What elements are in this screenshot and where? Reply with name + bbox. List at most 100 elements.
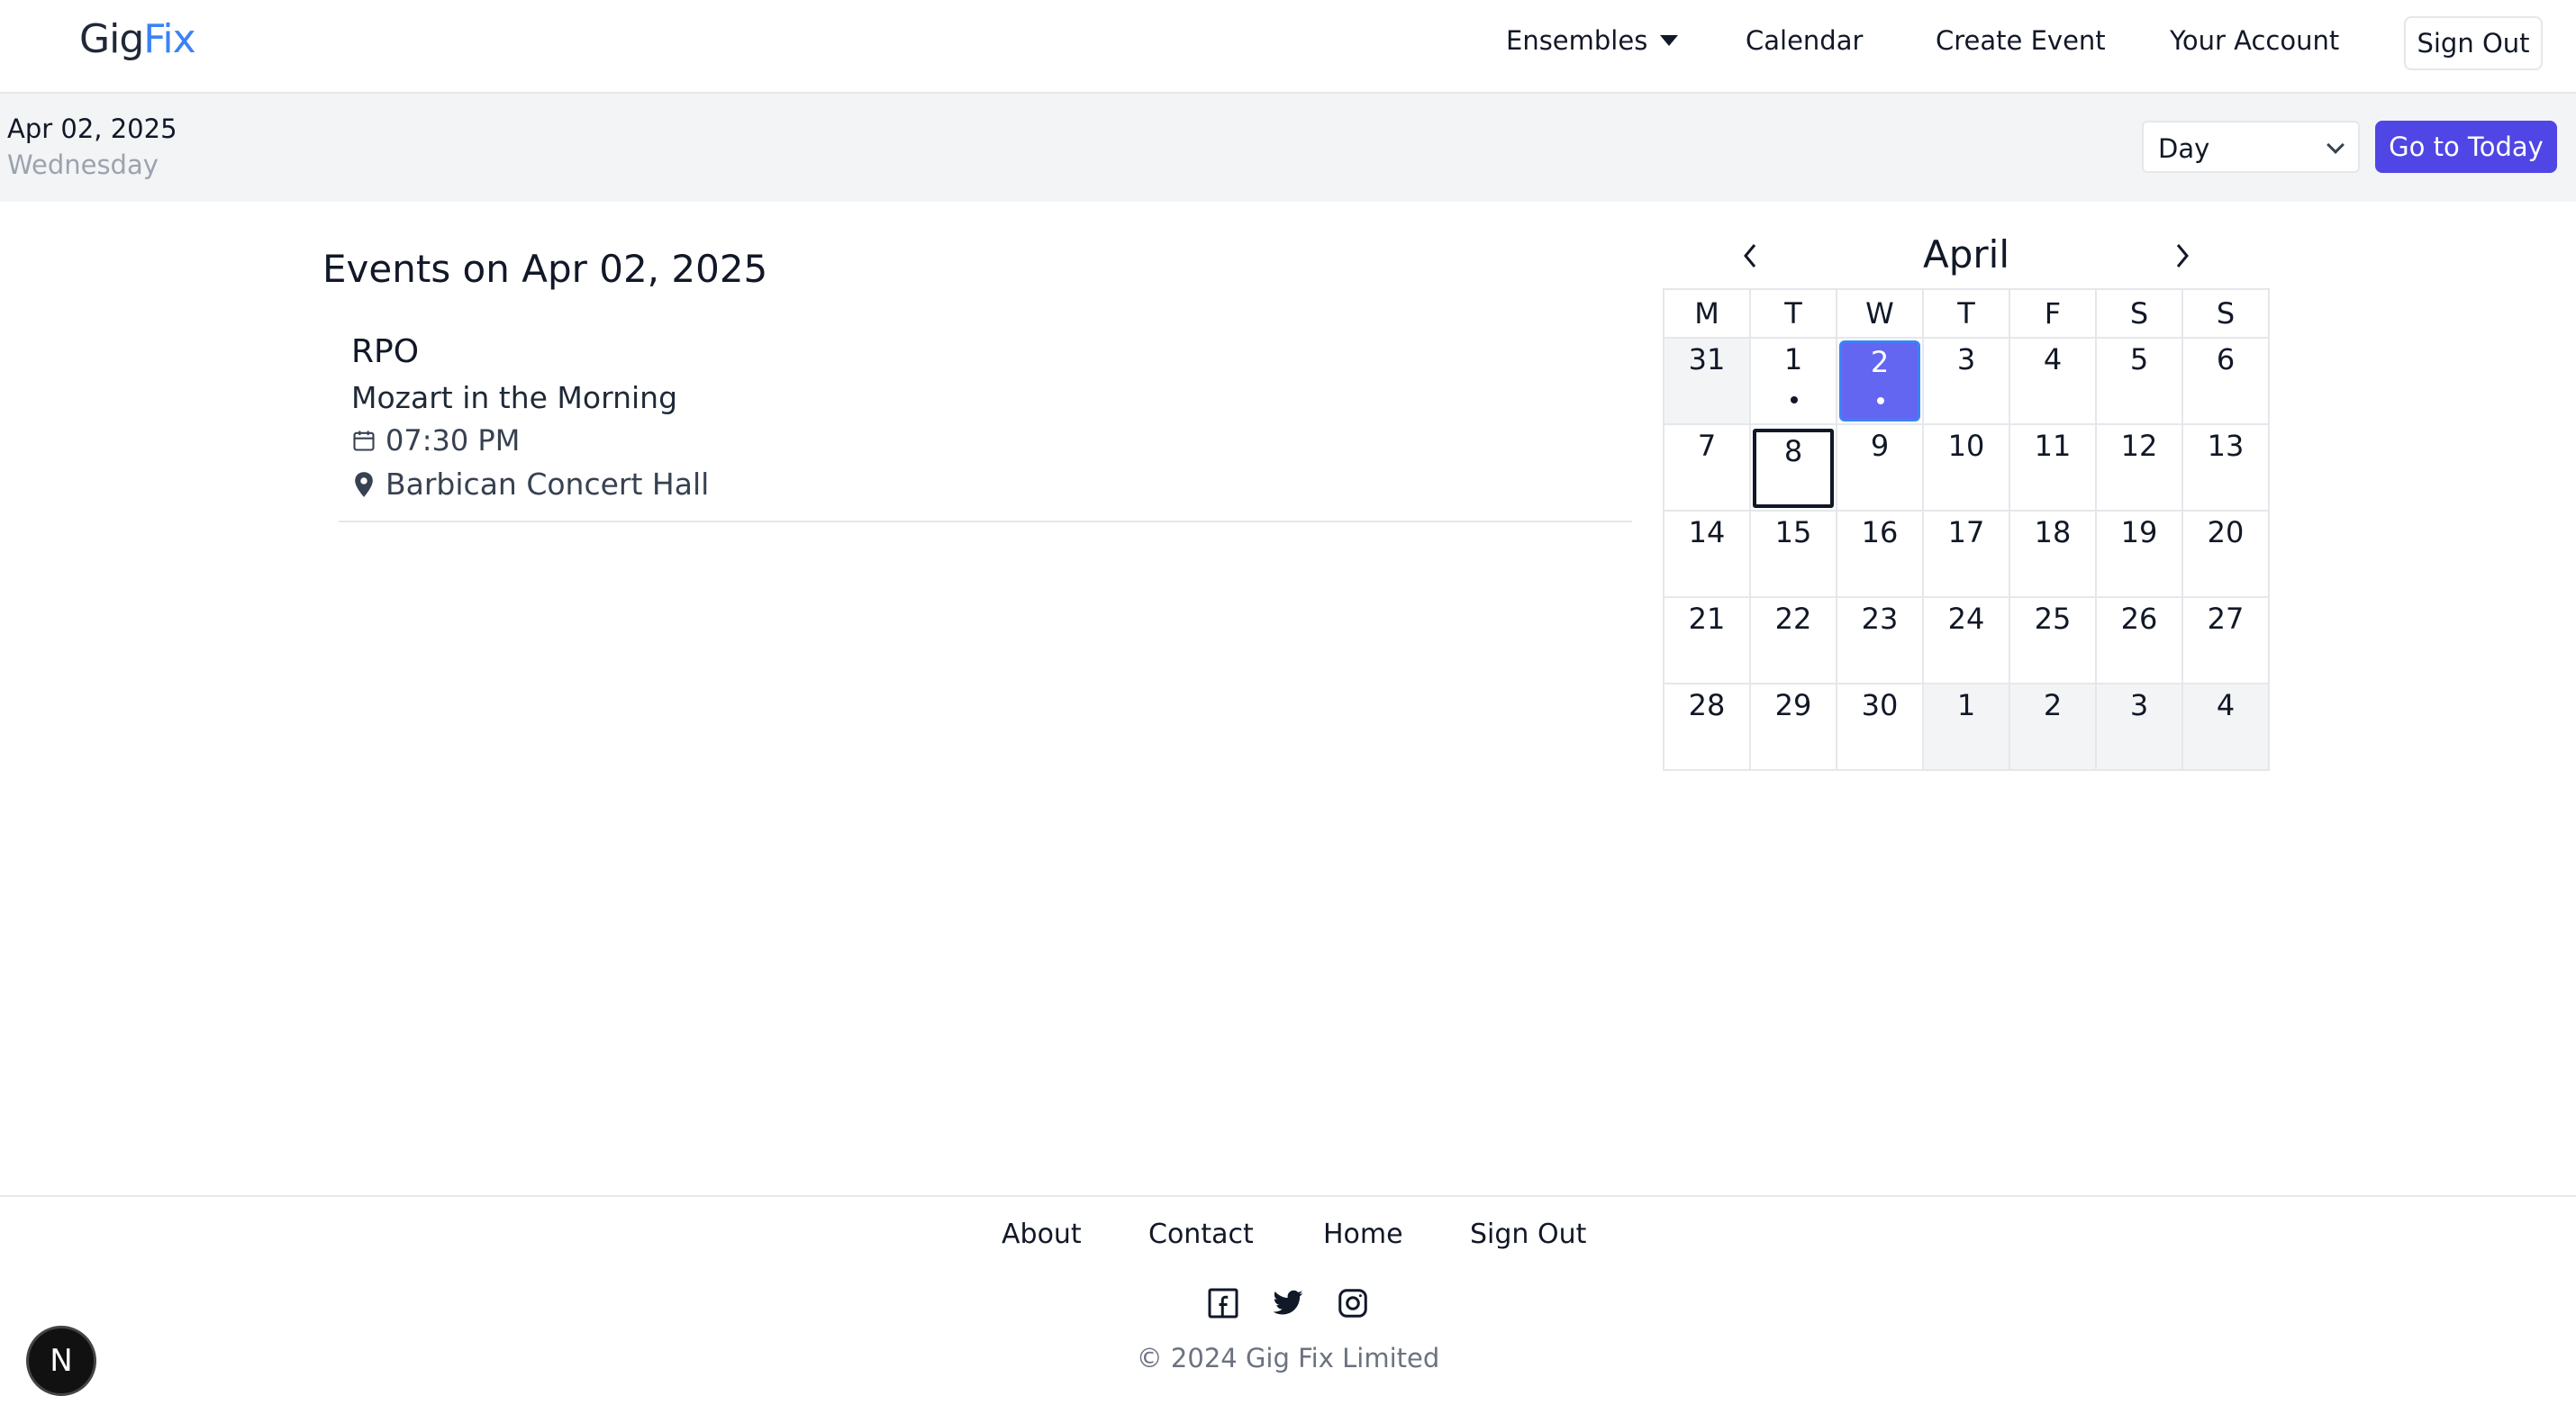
calendar-day-cell[interactable]: 14 <box>1664 512 1751 598</box>
weekday-label: F <box>2010 290 2097 339</box>
day-number: 18 <box>2034 515 2072 549</box>
day-number: 21 <box>1688 602 1726 636</box>
calendar-day-cell[interactable]: 4 <box>2010 339 2097 425</box>
calendar-day-cell[interactable]: 1 <box>1751 339 1837 425</box>
day-number: 30 <box>1861 688 1899 722</box>
day-number: 26 <box>2120 602 2158 636</box>
event-name: Mozart in the Morning <box>351 380 678 415</box>
calendar-day-cell[interactable]: 4 <box>2183 684 2270 771</box>
calendar-day-cell[interactable]: 20 <box>2183 512 2270 598</box>
calendar-day-cell[interactable]: 27 <box>2183 598 2270 684</box>
event-ensemble: RPO <box>351 333 420 370</box>
nav-calendar-link[interactable]: Calendar <box>1746 25 1863 56</box>
day-number: 7 <box>1697 429 1717 463</box>
day-number: 20 <box>2207 515 2245 549</box>
gigfix-logo[interactable]: GigFix <box>79 16 196 62</box>
weekday-label: M <box>1664 290 1751 339</box>
calendar-week-row: 21 22 23 24 25 26 27 <box>1664 598 2270 684</box>
calendar-day-cell[interactable]: 29 <box>1751 684 1837 771</box>
calendar-week-row: 14 15 16 17 18 19 20 <box>1664 512 2270 598</box>
calendar-day-cell[interactable]: 3 <box>1924 339 2010 425</box>
day-number: 27 <box>2207 602 2245 636</box>
previous-month-arrow-icon[interactable] <box>1737 240 1764 272</box>
calendar-day-cell[interactable]: 12 <box>2097 425 2183 512</box>
instagram-icon[interactable] <box>1337 1287 1369 1319</box>
footer-sign-out-link[interactable]: Sign Out <box>1470 1219 1586 1250</box>
date-toolbar: Apr 02, 2025 Wednesday Day Go to Today <box>0 94 2576 202</box>
caret-down-icon <box>1660 35 1679 46</box>
calendar-day-cell[interactable]: 11 <box>2010 425 2097 512</box>
day-number: 22 <box>1774 602 1812 636</box>
nav-sign-out-button[interactable]: Sign Out <box>2404 16 2543 70</box>
calendar-day-cell-selected[interactable]: 2 <box>1837 339 1924 425</box>
calendar-day-cell[interactable]: 30 <box>1837 684 1924 771</box>
calendar-month-title: April <box>1923 232 2009 276</box>
day-number: 2 <box>1870 345 1890 379</box>
day-number: 31 <box>1688 342 1726 376</box>
footer-about-link[interactable]: About <box>1002 1219 1082 1250</box>
day-number: 9 <box>1870 429 1890 463</box>
event-dot-icon <box>1877 397 1884 404</box>
today-outline: 8 <box>1753 429 1834 508</box>
view-mode-select[interactable]: Day <box>2142 121 2360 173</box>
footer-contact-link[interactable]: Contact <box>1148 1219 1254 1250</box>
calendar-day-cell[interactable]: 23 <box>1837 598 1924 684</box>
calendar-day-cell[interactable]: 31 <box>1664 339 1751 425</box>
nav-ensembles-dropdown[interactable]: Ensembles <box>1506 25 1679 56</box>
events-heading: Events on Apr 02, 2025 <box>322 247 768 291</box>
calendar-day-cell[interactable]: 7 <box>1664 425 1751 512</box>
calendar-day-cell[interactable]: 3 <box>2097 684 2183 771</box>
go-to-today-button[interactable]: Go to Today <box>2375 121 2557 173</box>
logo-text-gig: Gig <box>79 16 144 62</box>
footer-home-link[interactable]: Home <box>1323 1219 1403 1250</box>
calendar-day-cell[interactable]: 17 <box>1924 512 2010 598</box>
calendar-day-cell[interactable]: 2 <box>2010 684 2097 771</box>
calendar-day-cell[interactable]: 24 <box>1924 598 2010 684</box>
twitter-icon[interactable] <box>1272 1287 1304 1319</box>
dev-tools-badge[interactable]: N <box>26 1326 96 1396</box>
calendar-day-cell[interactable]: 13 <box>2183 425 2270 512</box>
day-number: 28 <box>1688 688 1726 722</box>
day-number: 1 <box>1956 688 1976 722</box>
day-number: 10 <box>1947 429 1985 463</box>
day-number: 13 <box>2207 429 2245 463</box>
nav-your-account-link[interactable]: Your Account <box>2170 25 2339 56</box>
event-time: 07:30 PM <box>385 423 521 458</box>
weekday-header-row: M T W T F S S <box>1664 290 2270 339</box>
day-number: 4 <box>2043 342 2063 376</box>
event-card[interactable]: RPO Mozart in the Morning 07:30 PM Barbi… <box>339 324 1632 522</box>
calendar-day-cell[interactable]: 22 <box>1751 598 1837 684</box>
calendar-day-cell[interactable]: 21 <box>1664 598 1751 684</box>
calendar-day-cell[interactable]: 5 <box>2097 339 2183 425</box>
next-month-arrow-icon[interactable] <box>2169 240 2196 272</box>
day-number: 2 <box>2043 688 2063 722</box>
map-pin-icon <box>355 471 373 497</box>
calendar-day-cell[interactable]: 19 <box>2097 512 2183 598</box>
calendar-day-cell[interactable]: 6 <box>2183 339 2270 425</box>
calendar-week-row: 31 1 2 3 4 5 6 <box>1664 339 2270 425</box>
calendar-day-cell-today[interactable]: 8 <box>1751 425 1837 512</box>
calendar-day-cell[interactable]: 9 <box>1837 425 1924 512</box>
calendar-day-cell[interactable]: 28 <box>1664 684 1751 771</box>
day-number: 24 <box>1947 602 1985 636</box>
chevron-down-icon <box>2327 136 2345 154</box>
calendar-icon <box>353 431 375 451</box>
day-number: 25 <box>2034 602 2072 636</box>
weekday-label: T <box>1751 290 1837 339</box>
calendar-day-cell[interactable]: 16 <box>1837 512 1924 598</box>
calendar-day-cell[interactable]: 15 <box>1751 512 1837 598</box>
calendar-day-cell[interactable]: 25 <box>2010 598 2097 684</box>
nav-create-event-link[interactable]: Create Event <box>1936 25 2106 56</box>
event-location-row: Barbican Concert Hall <box>351 467 709 502</box>
calendar-week-row: 28 29 30 1 2 3 4 <box>1664 684 2270 771</box>
calendar-day-cell[interactable]: 10 <box>1924 425 2010 512</box>
copyright-text: © 2024 Gig Fix Limited <box>1136 1343 1440 1373</box>
facebook-icon[interactable] <box>1207 1287 1239 1319</box>
event-location: Barbican Concert Hall <box>385 467 710 502</box>
day-number: 19 <box>2120 515 2158 549</box>
calendar-day-cell[interactable]: 18 <box>2010 512 2097 598</box>
calendar-day-cell[interactable]: 26 <box>2097 598 2183 684</box>
day-number: 8 <box>1783 434 1803 468</box>
calendar-day-cell[interactable]: 1 <box>1924 684 2010 771</box>
weekday-label: W <box>1837 290 1924 339</box>
